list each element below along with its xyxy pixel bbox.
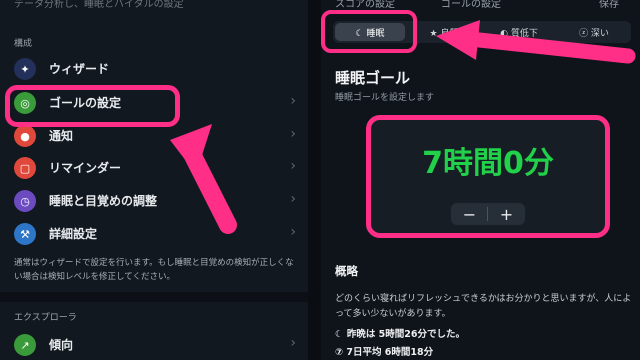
chevron-right-icon: › (290, 93, 296, 109)
highlight-frame-goal-item (5, 85, 180, 127)
trend-icon: ↗ (14, 334, 36, 356)
chevron-right-icon: › (290, 191, 296, 207)
save-button[interactable]: 保存 (599, 0, 619, 10)
overview-text: どのくらい寝ればリフレッシュできるかはお分かりと思いますが、人によって多い少ない… (335, 294, 632, 319)
topbar-left-text[interactable]: スコアの設定 (335, 0, 395, 10)
decrease-button[interactable]: − (451, 203, 488, 225)
screen: データ分析し、睡眠とバイタルの設定 構成 ✦ ウィザード ◎ ゴールの設定 › … (0, 0, 640, 360)
chevron-right-icon: › (290, 126, 296, 142)
menu-item-trend[interactable]: ↗ 傾向 › (0, 327, 308, 360)
reminder-icon: ▢ (14, 157, 36, 179)
menu-item-advanced[interactable]: ⚒ 詳細設定 › (0, 216, 308, 249)
goal-stepper: − + (451, 203, 525, 225)
stat-last-night: ☾ 昨晩は 5時間26分でした。 (335, 329, 465, 340)
section-label-explorer: エクスプローラ (14, 313, 77, 323)
menu-item-label: リマインダー (49, 161, 122, 175)
goal-subtitle: 睡眠ゴールを設定します (335, 93, 435, 103)
menu-item-wizard[interactable]: ✦ ウィザード (0, 51, 308, 84)
highlight-frame-sleep-tab (321, 10, 417, 53)
settings-note: 通常はウィザードで設定を行います。もし睡眠と目覚めの検知が正しくない場合は検知レ… (14, 258, 294, 282)
tab-quality-drop[interactable]: ◐ 質低下 (483, 23, 555, 41)
increase-button[interactable]: + (488, 203, 525, 225)
menu-item-label: 睡眠と目覚めの調整 (49, 194, 158, 208)
menu-item-label: 詳細設定 (49, 227, 98, 241)
tab-deep-sleep[interactable]: ⓩ 深い (559, 23, 629, 41)
overview-title: 概略 (335, 264, 358, 278)
menu-item-label: ウィザード (49, 62, 110, 76)
wrench-icon: ⚒ (14, 223, 36, 245)
menu-item-reminders[interactable]: ▢ リマインダー › (0, 150, 308, 183)
goal-settings-panel: スコアの設定 ゴールの設定 保存 ☾ 睡眠 ★ 良質 ◐ 質低下 ⓩ 深い 睡眠… (321, 0, 640, 360)
settings-menu-panel: データ分析し、睡眠とバイタルの設定 構成 ✦ ウィザード ◎ ゴールの設定 › … (0, 0, 308, 360)
bell-icon: ● (14, 125, 36, 147)
topbar-title: ゴールの設定 (441, 0, 501, 10)
chevron-right-icon: › (290, 335, 296, 351)
wizard-icon: ✦ (14, 58, 36, 80)
goal-title: 睡眠ゴール (335, 69, 411, 87)
chevron-right-icon: › (290, 158, 296, 174)
menu-item-label: 通知 (49, 129, 74, 143)
menu-item-label: 傾向 (49, 338, 74, 352)
section-label-config: 構成 (14, 39, 33, 49)
clock-icon: ◷ (14, 190, 36, 212)
tab-good-sleep[interactable]: ★ 良質 (409, 23, 479, 41)
header-text: データ分析し、睡眠とバイタルの設定 (14, 0, 184, 10)
chevron-right-icon: › (290, 224, 296, 240)
section-divider (0, 292, 308, 302)
goal-value-card: 7時間0分 − + (366, 115, 610, 238)
menu-item-sleep-wake-adjust[interactable]: ◷ 睡眠と目覚めの調整 › (0, 183, 308, 216)
goal-value: 7時間0分 (422, 146, 554, 181)
stat-week-average: ⑦ 7日平均 6時間18分 (335, 347, 434, 358)
